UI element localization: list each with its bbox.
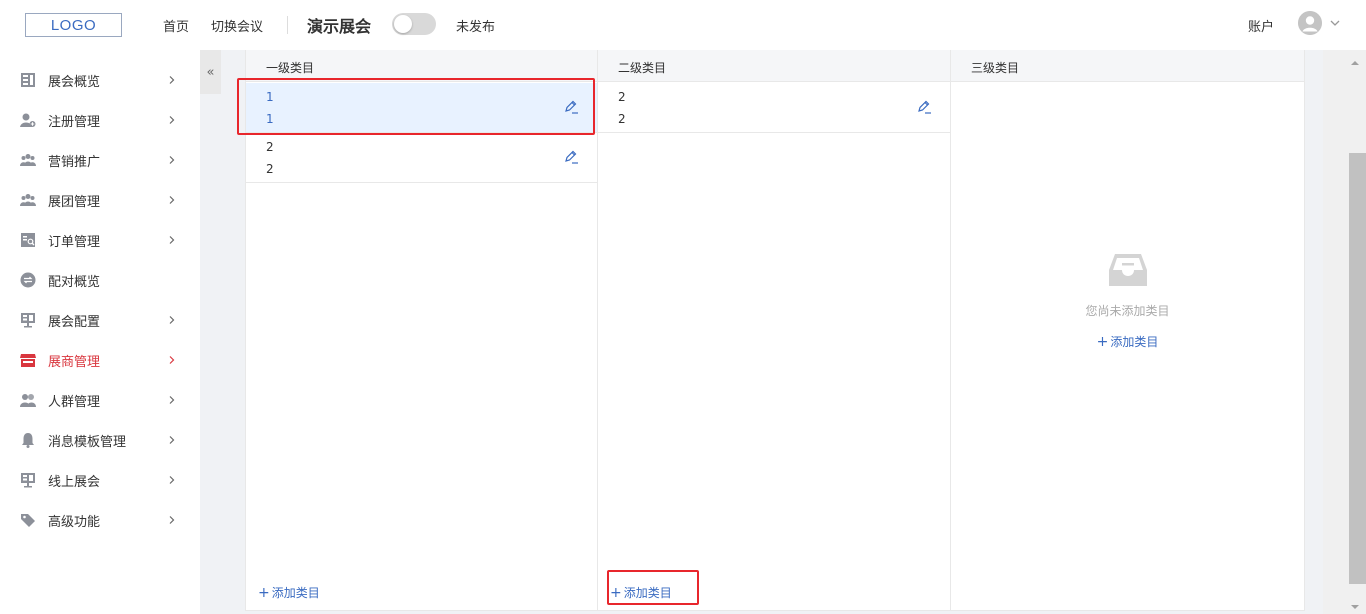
people-icon (20, 392, 36, 408)
sidebar-item-label: 展商管理 (48, 355, 101, 370)
chevron-right-icon (167, 314, 177, 324)
empty-text: 您尚未添加类目 (1085, 304, 1170, 318)
top-header: LOGO 首页 切换会议 演示展会 未发布 账户 (0, 0, 1366, 50)
scroll-up-arrow-icon[interactable] (1350, 56, 1360, 65)
category-panel: 一级类目 1122 + 添加类目 二级类目 22 + 添加类目 三级类目 您尚未添加… (245, 50, 1305, 611)
header-divider (287, 16, 288, 34)
edit-pencil-icon[interactable] (916, 99, 932, 115)
sidebar-item-label: 注册管理 (48, 115, 101, 130)
order-icon (20, 232, 36, 248)
row-line2: 2 (618, 112, 626, 126)
row-line1: 1 (266, 90, 274, 104)
chevron-right-icon (167, 234, 177, 244)
level2-title: 二级类目 (618, 61, 667, 75)
avatar-icon[interactable] (1298, 11, 1322, 35)
document-icon (20, 72, 36, 88)
add-level2-category-button[interactable]: + 添加类目 (610, 584, 672, 601)
chevron-right-icon (167, 154, 177, 164)
chevron-right-icon (167, 74, 177, 84)
group-icon (20, 152, 36, 168)
level1-row[interactable]: 11 (246, 83, 597, 133)
sidebar-item-label: 订单管理 (48, 235, 101, 250)
add-level3-category-button[interactable]: + 添加类目 (951, 333, 1304, 350)
add-level1-label: 添加类目 (271, 586, 320, 600)
level3-column: 三级类目 您尚未添加类目 + 添加类目 (951, 50, 1304, 611)
chevron-right-icon (167, 194, 177, 204)
level1-title: 一级类目 (266, 61, 315, 75)
account-link[interactable]: 账户 (1248, 16, 1274, 35)
expo-title: 演示展会 (307, 17, 372, 36)
tag-icon (20, 512, 36, 528)
nav-switch-meeting-link[interactable]: 切换会议 (211, 16, 263, 35)
sidebar-item-label: 配对概览 (48, 275, 101, 290)
sidebar-item-label: 营销推广 (48, 155, 101, 170)
add-level1-category-button[interactable]: + 添加类目 (258, 584, 320, 601)
sidebar-item-8[interactable]: 人群管理 (0, 380, 200, 420)
sidebar-item-11[interactable]: 高级功能 (0, 500, 200, 540)
toggle-knob (394, 15, 412, 33)
add-level2-label: 添加类目 (623, 586, 672, 600)
level1-row[interactable]: 22 (246, 133, 597, 183)
level1-header: 一级类目 (246, 50, 597, 82)
level2-column: 二级类目 22 + 添加类目 (598, 50, 951, 611)
add-level3-label: 添加类目 (1110, 335, 1159, 349)
store-icon (20, 352, 36, 368)
sidebar-item-label: 消息模板管理 (48, 435, 127, 450)
sidebar-item-label: 高级功能 (48, 515, 101, 530)
sidebar-item-6[interactable]: 展会配置 (0, 300, 200, 340)
sidebar-item-9[interactable]: 消息模板管理 (0, 420, 200, 460)
logo[interactable]: LOGO (25, 13, 122, 37)
sidebar-item-4[interactable]: 订单管理 (0, 220, 200, 260)
sidebar: 展会概览注册管理营销推广展团管理订单管理配对概览展会配置展商管理人群管理消息模板… (0, 50, 200, 614)
sidebar-item-label: 展团管理 (48, 195, 101, 210)
chevron-right-icon (167, 474, 177, 484)
chevron-right-icon (167, 434, 177, 444)
inbox-icon (1107, 250, 1149, 290)
user-add-icon (20, 112, 36, 128)
scroll-down-arrow-icon[interactable] (1350, 600, 1360, 609)
scrollbar-thumb[interactable] (1349, 153, 1366, 584)
sidebar-item-label: 展会配置 (48, 315, 101, 330)
bell-icon (20, 432, 36, 448)
sidebar-item-label: 人群管理 (48, 395, 101, 410)
sidebar-item-7[interactable]: 展商管理 (0, 340, 200, 380)
config-icon (20, 312, 36, 328)
monitor-icon (20, 472, 36, 488)
sidebar-item-3[interactable]: 展团管理 (0, 180, 200, 220)
level2-row[interactable]: 22 (598, 83, 950, 133)
publish-toggle[interactable] (392, 13, 436, 35)
publish-status: 未发布 (456, 20, 496, 35)
sidebar-item-2[interactable]: 营销推广 (0, 140, 200, 180)
chevron-right-icon (167, 394, 177, 404)
level3-header: 三级类目 (951, 50, 1304, 82)
chevron-right-icon (167, 354, 177, 364)
row-line2: 2 (266, 162, 274, 176)
exchange-icon (20, 272, 36, 288)
level3-empty-state: 您尚未添加类目 + 添加类目 (951, 250, 1304, 350)
chevron-down-icon[interactable] (1328, 16, 1342, 30)
sidebar-item-1[interactable]: 注册管理 (0, 100, 200, 140)
chevron-right-icon (167, 114, 177, 124)
sidebar-item-0[interactable]: 展会概览 (0, 60, 200, 100)
sidebar-item-label: 线上展会 (48, 475, 101, 490)
sidebar-collapse-button[interactable]: « (200, 50, 221, 94)
level1-column: 一级类目 1122 + 添加类目 (246, 50, 598, 611)
row-line2: 1 (266, 112, 274, 126)
row-line1: 2 (618, 90, 626, 104)
level3-title: 三级类目 (971, 61, 1020, 75)
sidebar-item-10[interactable]: 线上展会 (0, 460, 200, 500)
level2-header: 二级类目 (598, 50, 950, 82)
nav-home-link[interactable]: 首页 (163, 16, 189, 35)
team-icon (20, 192, 36, 208)
edit-pencil-icon[interactable] (563, 99, 579, 115)
edit-pencil-icon[interactable] (563, 149, 579, 165)
chevron-right-icon (167, 514, 177, 524)
row-line1: 2 (266, 140, 274, 154)
sidebar-item-5[interactable]: 配对概览 (0, 260, 200, 300)
sidebar-item-label: 展会概览 (48, 75, 101, 90)
